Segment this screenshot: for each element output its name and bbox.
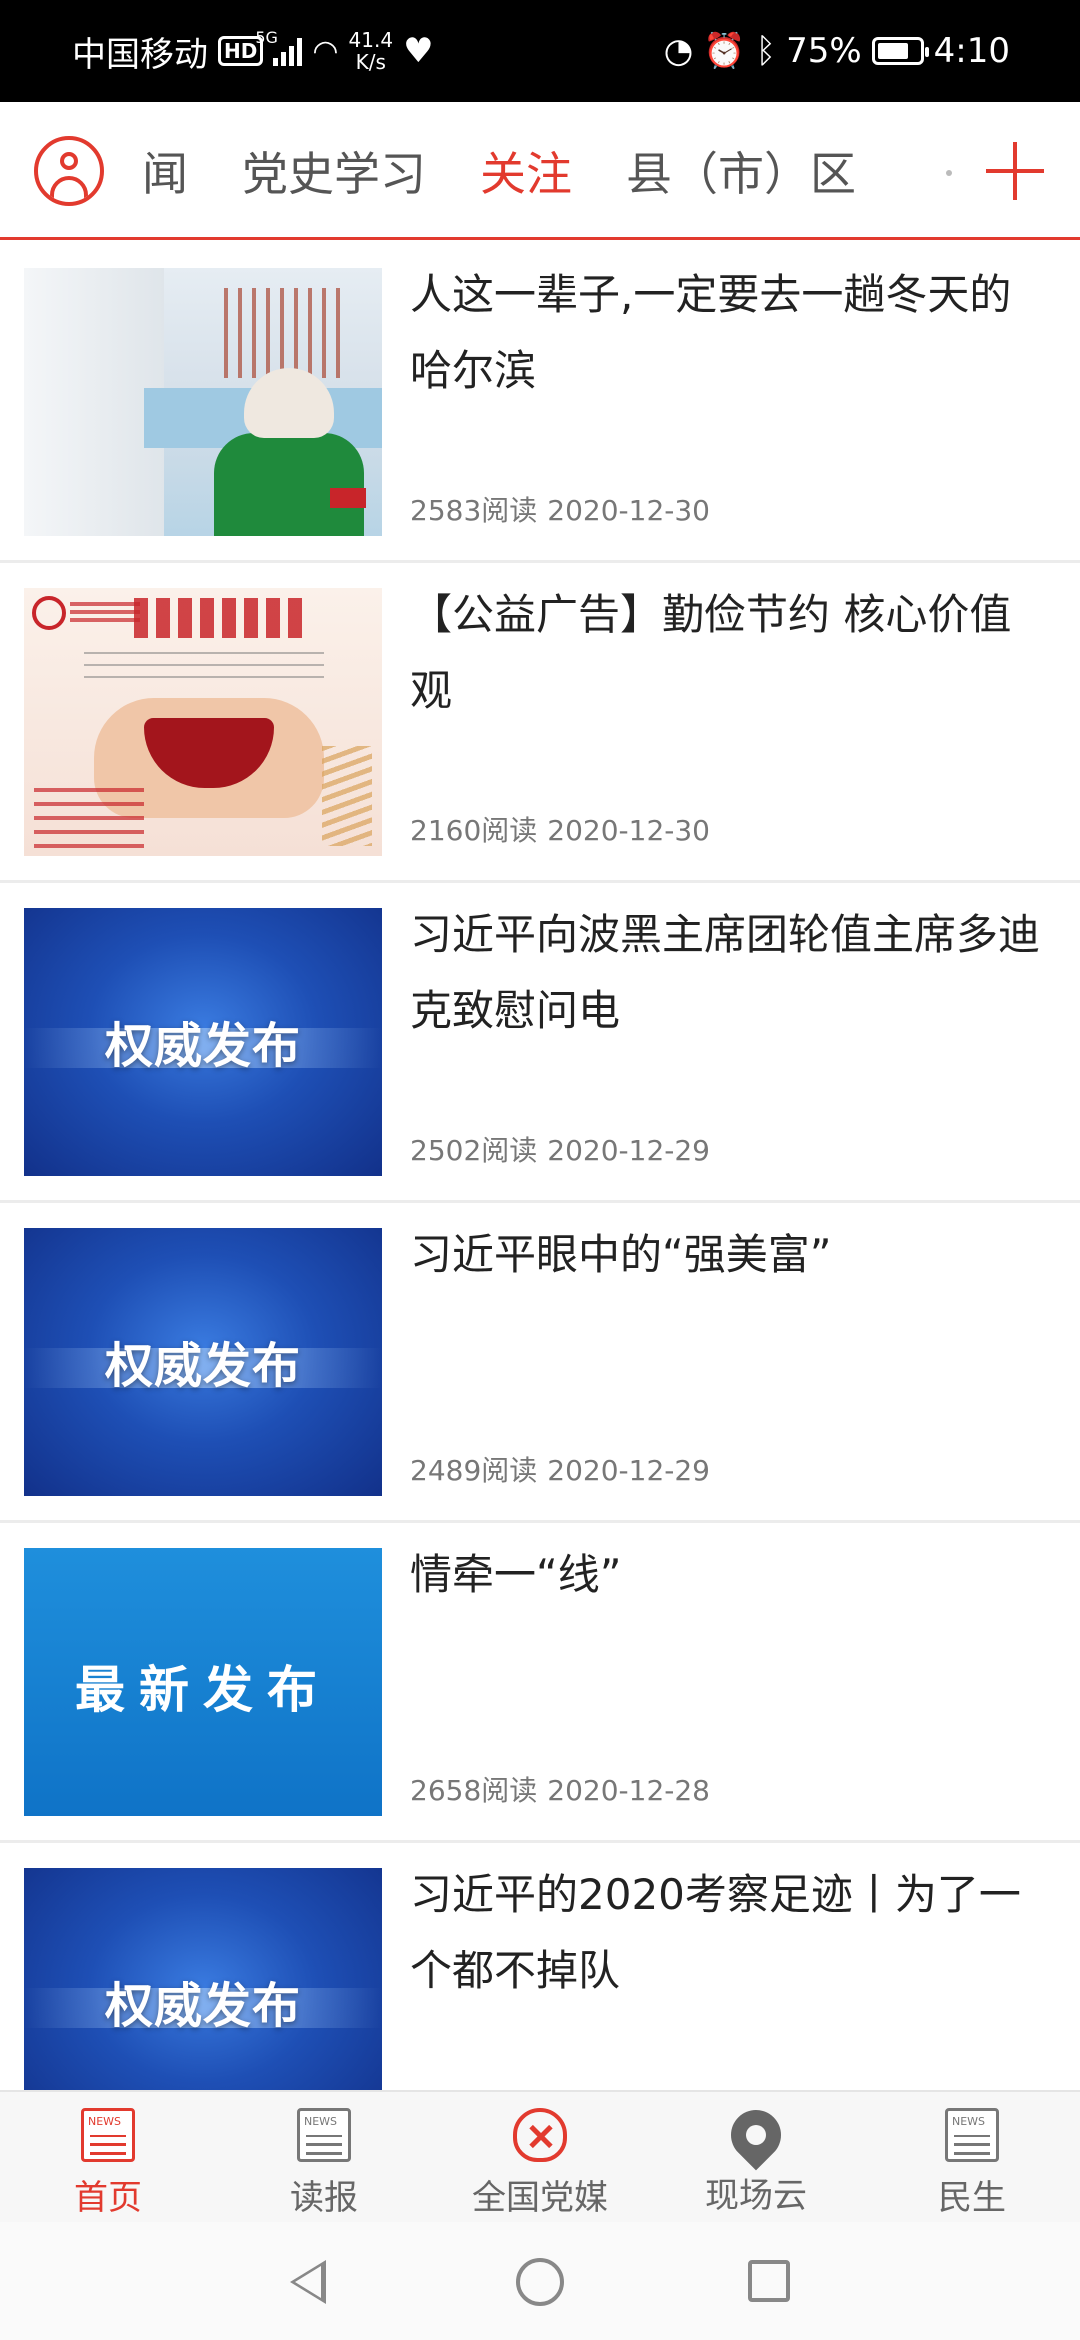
article-item[interactable]: 最新发布 情牵一“线” 2658阅读 2020-12-28 xyxy=(0,1523,1080,1843)
article-meta: 2583阅读 2020-12-30 xyxy=(410,489,720,529)
thumbnail-banner-text: 权威发布 xyxy=(104,1018,301,1074)
article-meta: 2489阅读 2020-12-29 xyxy=(410,1449,720,1489)
article-title[interactable]: 习近平向波黑主席团轮值主席多迪克致慰问电 xyxy=(410,897,1050,1049)
nav-label: 全国党媒 xyxy=(472,2178,608,2218)
nav-livelihood[interactable]: NEWS 民生 xyxy=(864,2092,1080,2222)
article-thumbnail: 最新发布 xyxy=(24,1548,382,1816)
logo-icon xyxy=(32,596,66,630)
article-thumbnail xyxy=(24,588,382,856)
battery-percent: 75% xyxy=(786,31,862,71)
article-title[interactable]: 习近平眼中的“强美富” xyxy=(410,1217,1050,1293)
article-item[interactable]: 权威发布 习近平的2020考察足迹丨为了一个都不掉队 xyxy=(0,1843,1080,2090)
article-title[interactable]: 习近平的2020考察足迹丨为了一个都不掉队 xyxy=(410,1857,1050,2009)
tab-follow[interactable]: 关注 xyxy=(480,138,572,204)
status-bar: 中国移动 HD 5G ◠ 41.4 K/s ♥ ◔ ⏰ ᛒ 75% 4:10 xyxy=(0,0,1080,102)
article-date: 2020-12-29 xyxy=(547,1454,710,1487)
nav-label: 首页 xyxy=(74,2178,142,2218)
article-item[interactable]: 人这一辈子,一定要去一趟冬天的哈尔滨 2583阅读 2020-12-30 xyxy=(0,243,1080,563)
article-title[interactable]: 情牵一“线” xyxy=(410,1537,1050,1613)
clock: 4:10 xyxy=(933,31,1010,71)
article-list[interactable]: 人这一辈子,一定要去一趟冬天的哈尔滨 2583阅读 2020-12-30 【公益广… xyxy=(0,243,1080,2090)
article-thumbnail: 权威发布 xyxy=(24,908,382,1176)
article-thumbnail: 权威发布 xyxy=(24,1868,382,2090)
read-count: 2658阅读 xyxy=(410,1774,538,1807)
article-item[interactable]: 权威发布 习近平向波黑主席团轮值主席多迪克致慰问电 2502阅读 2020-12-… xyxy=(0,883,1080,1203)
tab-news[interactable]: 闻 xyxy=(142,138,188,204)
channel-bar: 闻 党史学习 关注 县（市）区 xyxy=(0,102,1080,240)
party-emblem-icon xyxy=(513,2108,567,2162)
user-avatar-icon[interactable] xyxy=(34,136,104,206)
data-saver-icon: ◔ xyxy=(663,31,694,71)
bluetooth-icon: ᛒ xyxy=(755,31,777,71)
nav-label: 读报 xyxy=(290,2178,358,2218)
watermark-stamp xyxy=(330,488,366,508)
battery-icon xyxy=(871,37,929,65)
news-icon: NEWS xyxy=(945,2108,999,2162)
article-meta: 2658阅读 2020-12-28 xyxy=(410,1769,720,1809)
thumbnail-banner-text: 权威发布 xyxy=(104,1338,301,1394)
article-meta: 2160阅读 2020-12-30 xyxy=(410,809,720,849)
article-date: 2020-12-28 xyxy=(547,1774,710,1807)
network-type: 5G xyxy=(255,28,278,47)
tab-party-history[interactable]: 党史学习 xyxy=(242,138,426,204)
network-speed: 41.4 K/s xyxy=(349,29,394,73)
article-item[interactable]: 【公益广告】勤俭节约 核心价值观 2160阅读 2020-12-30 xyxy=(0,563,1080,883)
article-title[interactable]: 人这一辈子,一定要去一趟冬天的哈尔滨 xyxy=(410,257,1050,409)
nav-read-paper[interactable]: NEWS 读报 xyxy=(216,2092,432,2222)
article-date: 2020-12-30 xyxy=(547,814,710,847)
nav-party-media[interactable]: 全国党媒 xyxy=(432,2092,648,2222)
article-date: 2020-12-30 xyxy=(547,494,710,527)
location-pin-icon xyxy=(720,2099,792,2171)
article-thumbnail: 权威发布 xyxy=(24,1228,382,1496)
read-count: 2160阅读 xyxy=(410,814,538,847)
nav-live-cloud[interactable]: 现场云 xyxy=(648,2092,864,2222)
article-item[interactable]: 权威发布 习近平眼中的“强美富” 2489阅读 2020-12-29 xyxy=(0,1203,1080,1523)
system-nav-bar xyxy=(0,2222,1080,2340)
more-tabs-indicator xyxy=(946,170,952,176)
bottom-nav: NEWS 首页 NEWS 读报 全国党媒 现场云 NEWS 民生 xyxy=(0,2090,1080,2222)
recent-apps-icon[interactable] xyxy=(748,2260,790,2302)
speed-value: 41.4 xyxy=(348,28,394,52)
news-icon: NEWS xyxy=(81,2108,135,2162)
read-count: 2502阅读 xyxy=(410,1134,538,1167)
article-title[interactable]: 【公益广告】勤俭节约 核心价值观 xyxy=(410,577,1050,729)
article-thumbnail xyxy=(24,268,382,536)
speed-unit: K/s xyxy=(355,50,386,74)
thumbnail-banner-text: 权威发布 xyxy=(104,1978,301,2034)
alarm-icon: ⏰ xyxy=(703,31,746,71)
home-icon[interactable] xyxy=(516,2258,564,2306)
nav-label: 现场云 xyxy=(705,2176,807,2216)
nav-label: 民生 xyxy=(938,2178,1006,2218)
add-channel-icon[interactable] xyxy=(986,142,1044,200)
channel-tabs: 闻 党史学习 关注 县（市）区 xyxy=(142,102,856,240)
carrier-name: 中国移动 xyxy=(72,34,208,75)
news-icon: NEWS xyxy=(297,2108,351,2162)
thumbnail-banner-text: 最新发布 xyxy=(75,1661,331,1719)
back-icon[interactable] xyxy=(290,2260,326,2304)
read-count: 2489阅读 xyxy=(410,1454,538,1487)
nav-home[interactable]: NEWS 首页 xyxy=(0,2092,216,2222)
heart-icon: ♥ xyxy=(403,31,434,71)
article-meta: 2502阅读 2020-12-29 xyxy=(410,1129,720,1169)
read-count: 2583阅读 xyxy=(410,494,538,527)
wifi-icon: ◠ xyxy=(312,33,339,69)
article-date: 2020-12-29 xyxy=(547,1134,710,1167)
signal-icon: 5G xyxy=(255,28,303,66)
tab-county-district[interactable]: 县（市）区 xyxy=(626,138,856,204)
wheat-icon xyxy=(322,746,372,846)
